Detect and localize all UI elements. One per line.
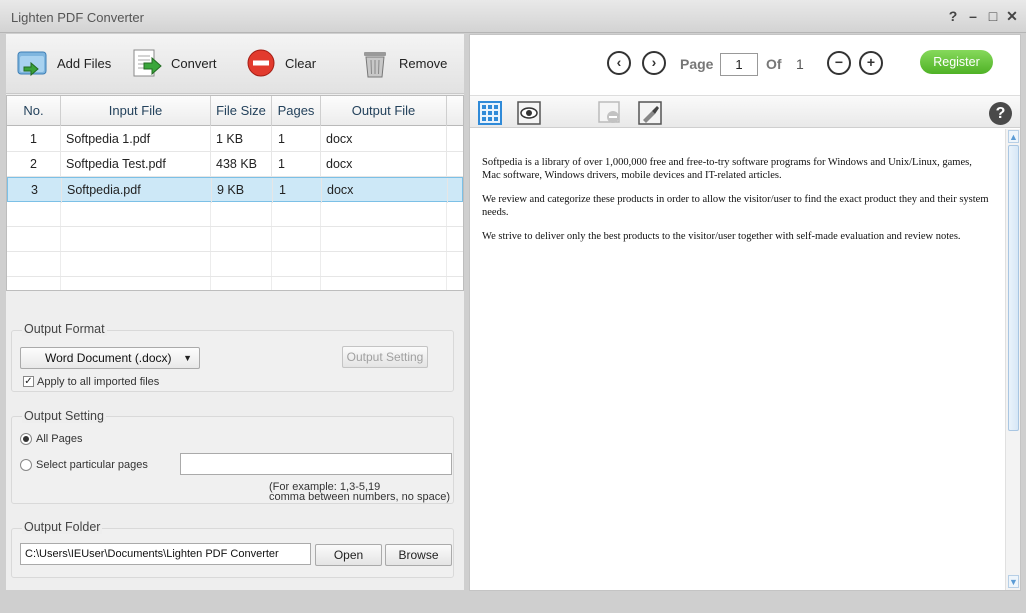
maximize-button[interactable]: □: [985, 8, 1001, 24]
cell-output-file: docx: [321, 152, 447, 177]
cell-pages: 1: [272, 127, 321, 152]
cell-output-file: docx: [321, 127, 447, 152]
cell-no: 2: [7, 152, 61, 177]
convert-label: Convert: [171, 55, 217, 71]
help-window-button[interactable]: ?: [945, 8, 961, 24]
cell-pages: 1: [272, 152, 321, 177]
scroll-down-icon[interactable]: ▼: [1008, 575, 1019, 588]
preview-paragraph: Softpedia is a library of over 1,000,000…: [482, 157, 972, 181]
cell-input-file: Softpedia 1.pdf: [61, 127, 211, 152]
all-pages-radio[interactable]: [20, 433, 32, 445]
preview-paragraph: We strive to deliver only the best produ…: [482, 231, 961, 242]
apply-all-label: Apply to all imported files: [37, 376, 160, 388]
minimize-button[interactable]: –: [965, 8, 981, 24]
vertical-scrollbar[interactable]: ▲ ▼: [1005, 129, 1020, 590]
plus-icon: +: [866, 54, 876, 70]
output-format-value: Word Document (.docx): [45, 351, 172, 365]
cell-file-size: 9 KB: [212, 178, 273, 203]
output-format-select[interactable]: Word Document (.docx) ▼: [20, 347, 200, 369]
output-format-label: Output Format: [22, 322, 107, 336]
clear-label: Clear: [285, 55, 317, 71]
next-page-button[interactable]: ›: [642, 51, 666, 75]
page-number-input[interactable]: 1: [720, 53, 758, 76]
all-pages-label: All Pages: [36, 433, 83, 445]
empty-row: [7, 227, 463, 252]
total-pages: 1: [796, 56, 804, 72]
convert-icon: [133, 49, 162, 77]
column-header-output-file[interactable]: Output File: [321, 96, 447, 126]
preview-panel: ‹ › Page 1 Of 1 − + Register ? Softpedia…: [469, 34, 1021, 591]
cell-no: 1: [7, 127, 61, 152]
crop-select-icon[interactable]: [638, 101, 662, 125]
table-header: No. Input File File Size Pages Output Fi…: [7, 96, 463, 126]
thumbnail-grid-icon[interactable]: [478, 101, 502, 125]
view-toolbar: ?: [470, 95, 1020, 128]
add-files-icon: [17, 51, 47, 77]
window-title: Lighten PDF Converter: [11, 10, 144, 25]
chevron-left-icon: ‹: [616, 54, 622, 70]
output-setting-label: Output Setting: [22, 409, 106, 423]
add-files-label: Add Files: [57, 55, 112, 71]
particular-pages-label: Select particular pages: [36, 459, 148, 471]
zoom-out-button[interactable]: −: [827, 51, 851, 75]
table-row[interactable]: 2 Softpedia Test.pdf 438 KB 1 docx: [7, 152, 463, 177]
remove-selection-icon[interactable]: [598, 101, 622, 125]
file-table: No. Input File File Size Pages Output Fi…: [6, 95, 464, 291]
cell-pages: 1: [273, 178, 322, 203]
remove-label: Remove: [399, 55, 448, 71]
trash-icon: [364, 52, 386, 78]
cell-file-size: 1 KB: [211, 127, 272, 152]
scroll-up-icon[interactable]: ▲: [1008, 130, 1019, 143]
close-button[interactable]: ✕: [1004, 8, 1020, 24]
clear-icon: [247, 49, 275, 77]
particular-pages-radio[interactable]: [20, 459, 32, 471]
empty-row: [7, 252, 463, 277]
page-label: Page: [680, 56, 714, 72]
previous-page-button[interactable]: ‹: [607, 51, 631, 75]
page-navigation-bar: ‹ › Page 1 Of 1 − + Register: [470, 35, 1020, 95]
column-header-file-size[interactable]: File Size: [211, 96, 272, 126]
scrollbar-thumb[interactable]: [1008, 145, 1019, 431]
of-label: Of: [766, 56, 782, 72]
browse-button[interactable]: Browse: [385, 544, 452, 566]
column-header-pages[interactable]: Pages: [272, 96, 321, 126]
zoom-in-button[interactable]: +: [859, 51, 883, 75]
main-toolbar: Add Files Convert Clear Remove: [6, 34, 464, 94]
apply-all-checkbox[interactable]: ✓: [23, 376, 34, 387]
output-folder-label: Output Folder: [22, 520, 103, 534]
title-bar: Lighten PDF Converter ? – □ ✕: [0, 0, 1026, 33]
column-header-no[interactable]: No.: [7, 96, 61, 126]
output-setting-button[interactable]: Output Setting: [342, 346, 428, 368]
output-folder-input[interactable]: C:\Users\IEUser\Documents\Lighten PDF Co…: [20, 543, 311, 565]
minus-icon: −: [834, 54, 844, 70]
remove-button[interactable]: Remove: [358, 46, 447, 80]
help-icon[interactable]: ?: [989, 102, 1012, 125]
chevron-right-icon: ›: [651, 54, 657, 70]
pages-hint-line2: comma between numbers, no space): [269, 491, 450, 503]
document-preview: Softpedia is a library of over 1,000,000…: [470, 129, 1005, 590]
column-header-input-file[interactable]: Input File: [61, 96, 211, 126]
cell-input-file: Softpedia Test.pdf: [61, 152, 211, 177]
chevron-down-icon: ▼: [183, 353, 192, 363]
table-row-selected[interactable]: 3 Softpedia.pdf 9 KB 1 docx: [7, 177, 463, 203]
table-row[interactable]: 1 Softpedia 1.pdf 1 KB 1 docx: [7, 127, 463, 152]
cell-no: 3: [8, 178, 62, 203]
cell-output-file: docx: [322, 178, 448, 203]
eye-preview-icon[interactable]: [517, 101, 541, 125]
add-files-button[interactable]: Add Files: [16, 46, 111, 80]
convert-button[interactable]: Convert: [130, 46, 217, 80]
pages-input[interactable]: [180, 453, 452, 475]
register-button[interactable]: Register: [920, 50, 993, 74]
preview-paragraph: We review and categorize these products …: [482, 194, 989, 218]
clear-button[interactable]: Clear: [244, 46, 316, 80]
open-folder-button[interactable]: Open: [315, 544, 382, 566]
cell-file-size: 438 KB: [211, 152, 272, 177]
left-panel: Add Files Convert Clear Remove No. Input…: [6, 34, 464, 590]
empty-row: [7, 202, 463, 227]
cell-input-file: Softpedia.pdf: [62, 178, 212, 203]
